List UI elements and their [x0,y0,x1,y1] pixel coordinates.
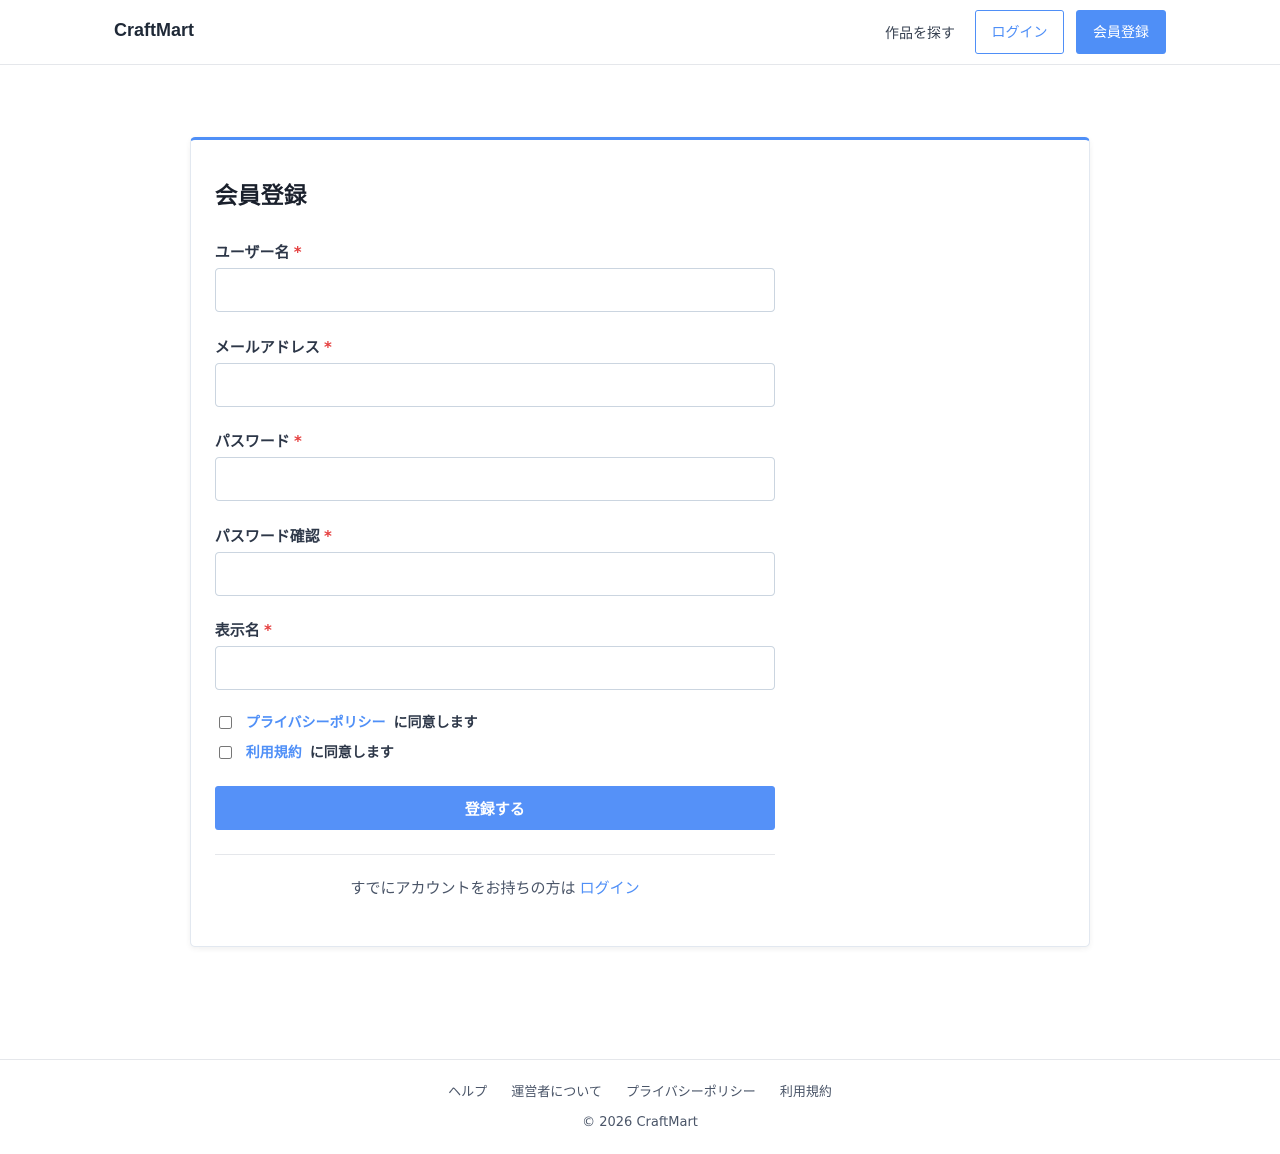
password-confirm-input[interactable] [215,552,775,596]
login-link[interactable]: ログイン [580,879,640,897]
display-name-input[interactable] [215,646,775,690]
username-label: ユーザー名 * [215,241,302,262]
site-header: CraftMart 作品を探す ログイン 会員登録 [0,0,1280,65]
password-input[interactable] [215,457,775,501]
login-prompt-text: すでにアカウントをお持ちの方は [350,879,576,897]
password-label: パスワード * [215,430,302,451]
password-confirm-label: パスワード確認 * [215,525,332,546]
email-label: メールアドレス * [215,336,332,357]
required-mark: * [293,243,302,261]
login-prompt: すでにアカウントをお持ちの方は ログイン [215,877,775,898]
browse-works-link[interactable]: 作品を探す [885,23,955,43]
privacy-agree-row: プライバシーポリシー に同意します [219,712,478,732]
brand-logo[interactable]: CraftMart [114,20,194,41]
divider [215,854,775,855]
footer-links: ヘルプ 運営者について プライバシーポリシー 利用規約 [0,1081,1280,1100]
username-input[interactable] [215,268,775,312]
copyright: © 2026 CraftMart [582,1115,698,1130]
privacy-agree-checkbox[interactable] [219,715,232,729]
password-confirm-label-text: パスワード確認 [215,527,321,545]
terms-agree-row: 利用規約 に同意します [219,742,394,762]
display-name-label-text: 表示名 [215,621,261,639]
display-name-label: 表示名 * [215,619,272,640]
header-register-button[interactable]: 会員登録 [1076,10,1166,54]
required-mark: * [324,527,332,545]
terms-agree-text: に同意します [310,745,394,761]
required-mark: * [264,621,272,639]
privacy-agree-text: に同意します [393,715,478,731]
terms-agree-checkbox[interactable] [219,745,232,759]
page-title: 会員登録 [215,183,307,209]
required-mark: * [294,432,302,450]
footer-link-help[interactable]: ヘルプ [448,1085,487,1100]
password-label-text: パスワード [215,432,291,450]
site-footer: ヘルプ 運営者について プライバシーポリシー 利用規約 © 2026 Craft… [0,1059,1280,1154]
terms-link[interactable]: 利用規約 [246,742,302,762]
footer-link-privacy[interactable]: プライバシーポリシー [626,1085,756,1100]
header-login-button[interactable]: ログイン [975,10,1064,54]
footer-link-about[interactable]: 運営者について [511,1085,602,1100]
email-label-text: メールアドレス [215,338,321,356]
email-input[interactable] [215,363,775,407]
privacy-policy-link[interactable]: プライバシーポリシー [246,712,386,732]
required-mark: * [324,338,332,356]
submit-register-button[interactable]: 登録する [215,786,775,830]
register-card: 会員登録 ユーザー名 * メールアドレス * パスワード * パスワード確認 * 表示名… [190,137,1090,947]
username-label-text: ユーザー名 [215,243,290,261]
footer-link-terms[interactable]: 利用規約 [780,1085,832,1100]
